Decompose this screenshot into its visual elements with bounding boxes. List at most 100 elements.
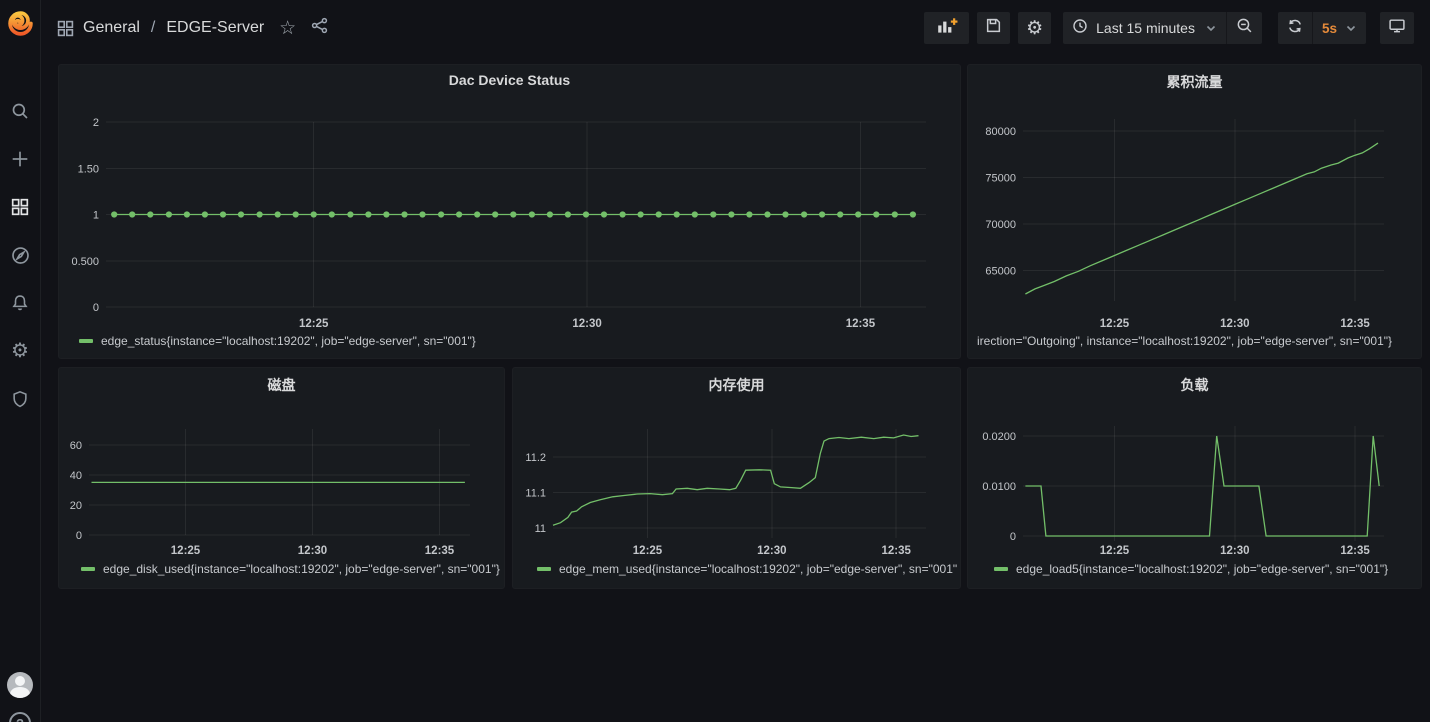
apps-grid-icon — [11, 198, 29, 216]
series-color-swatch — [81, 567, 95, 571]
legend: irection="Outgoing", instance="localhost… — [977, 334, 1418, 348]
add-panel-icon — [936, 17, 958, 40]
legend: edge_disk_used{instance="localhost:19202… — [81, 562, 501, 576]
timeseries-chart[interactable]: 00.01000.020012:2512:3012:35 — [968, 368, 1421, 588]
svg-text:80000: 80000 — [985, 126, 1016, 138]
sidebar-item-search[interactable] — [0, 87, 40, 135]
plus-icon — [11, 150, 29, 168]
monitor-icon — [1388, 17, 1406, 39]
svg-text:12:25: 12:25 — [299, 318, 329, 330]
panel-title[interactable]: Dac Device Status — [59, 72, 960, 88]
share-icon — [311, 17, 328, 39]
refresh-button[interactable] — [1278, 12, 1312, 44]
refresh-interval-picker[interactable]: 5s — [1312, 12, 1366, 44]
sidebar: ⚙ ? — [0, 0, 41, 722]
svg-text:11.1: 11.1 — [525, 488, 546, 500]
share-dashboard-button[interactable] — [311, 17, 328, 39]
svg-text:12:30: 12:30 — [757, 545, 786, 557]
top-navbar: General / EDGE-Server ☆ — [41, 0, 1430, 56]
search-icon — [11, 102, 29, 120]
series-name[interactable]: edge_load5{instance="localhost:19202", j… — [1016, 562, 1388, 576]
clock-icon — [1072, 18, 1088, 39]
compass-icon — [11, 246, 30, 265]
sidebar-item-server-admin[interactable] — [0, 375, 40, 423]
svg-text:60: 60 — [70, 440, 82, 452]
svg-text:1.50: 1.50 — [78, 163, 99, 175]
refresh-interval-label: 5s — [1322, 21, 1337, 36]
sidebar-item-dashboards[interactable] — [0, 183, 40, 231]
legend: edge_mem_used{instance="localhost:19202"… — [537, 562, 957, 576]
help-icon[interactable]: ? — [9, 712, 31, 722]
svg-text:12:25: 12:25 — [1100, 318, 1130, 330]
svg-text:65000: 65000 — [985, 265, 1016, 277]
chevron-down-icon — [1345, 22, 1357, 34]
bell-icon — [11, 294, 29, 312]
dashboard-settings-button[interactable]: ⚙ — [1018, 12, 1051, 44]
svg-text:0: 0 — [1010, 531, 1016, 543]
refresh-icon — [1287, 18, 1303, 39]
svg-text:2: 2 — [93, 117, 99, 129]
sidebar-item-explore[interactable] — [0, 231, 40, 279]
shield-icon — [11, 390, 29, 408]
chevron-down-icon — [1205, 22, 1217, 34]
save-dashboard-button[interactable] — [977, 12, 1010, 44]
avatar-body — [10, 687, 30, 698]
cycle-view-button[interactable] — [1380, 12, 1414, 44]
svg-text:12:35: 12:35 — [846, 318, 876, 330]
add-panel-button[interactable] — [924, 12, 969, 44]
legend: edge_status{instance="localhost:19202", … — [79, 334, 957, 348]
zoom-out-icon — [1236, 17, 1253, 39]
panel-load: 负载 00.01000.020012:2512:3012:35 edge_loa… — [967, 367, 1422, 589]
series-name[interactable]: edge_status{instance="localhost:19202", … — [101, 334, 476, 348]
sidebar-item-alerting[interactable] — [0, 279, 40, 327]
apps-grid-icon — [57, 20, 74, 37]
breadcrumb-dashboard[interactable]: EDGE-Server — [166, 19, 264, 37]
svg-text:12:30: 12:30 — [1220, 318, 1249, 330]
panel-title[interactable]: 累积流量 — [968, 72, 1421, 92]
gear-icon: ⚙ — [11, 341, 29, 361]
series-name[interactable]: irection="Outgoing", instance="localhost… — [977, 334, 1392, 348]
svg-text:12:35: 12:35 — [1340, 545, 1370, 557]
series-color-swatch — [537, 567, 551, 571]
sidebar-item-configuration[interactable]: ⚙ — [0, 327, 40, 375]
sidebar-item-create[interactable] — [0, 135, 40, 183]
breadcrumb-section[interactable]: General — [83, 19, 140, 37]
svg-text:12:35: 12:35 — [1340, 318, 1370, 330]
grafana-logo[interactable] — [0, 0, 40, 46]
panel-title[interactable]: 磁盘 — [59, 375, 504, 395]
dashboard-actions: ⚙ Last 15 minutes — [924, 12, 1414, 44]
svg-text:11.2: 11.2 — [525, 452, 546, 464]
panel-memory-usage: 内存使用 11 11.1 11.2 12:25 12:30 12:35 edge_mem_… — [512, 367, 961, 589]
svg-text:0.0100: 0.0100 — [982, 481, 1016, 493]
timeseries-chart[interactable]: 11 11.1 11.2 12:25 12:30 12:35 — [513, 368, 960, 588]
zoom-out-button[interactable] — [1226, 12, 1262, 44]
svg-text:75000: 75000 — [985, 173, 1016, 185]
svg-text:12:35: 12:35 — [881, 545, 911, 557]
refresh-group: 5s — [1278, 12, 1366, 44]
series-name[interactable]: edge_disk_used{instance="localhost:19202… — [103, 562, 500, 576]
timeseries-chart[interactable]: 020406012:2512:3012:35 — [59, 368, 504, 588]
time-picker-button[interactable]: Last 15 minutes — [1063, 12, 1226, 44]
series-name[interactable]: edge_mem_used{instance="localhost:19202"… — [559, 562, 957, 576]
timeseries-chart[interactable]: 00.50011.50212:2512:3012:35 — [59, 65, 960, 358]
svg-text:12:25: 12:25 — [171, 545, 201, 557]
favorite-dashboard-button[interactable]: ☆ — [279, 19, 296, 38]
svg-text:12:25: 12:25 — [633, 545, 663, 557]
panel-disk: 磁盘 020406012:2512:3012:35 edge_disk_used… — [58, 367, 505, 589]
series-color-swatch — [79, 339, 93, 343]
svg-text:11: 11 — [535, 523, 546, 535]
save-icon — [985, 17, 1002, 39]
timeseries-chart[interactable]: 65000 70000 75000 80000 12:25 12:30 12:35 — [968, 65, 1421, 358]
svg-text:0: 0 — [93, 302, 99, 314]
sidebar-bottom: ? — [0, 672, 40, 722]
svg-text:70000: 70000 — [985, 219, 1016, 231]
user-avatar[interactable] — [7, 672, 33, 698]
panel-dac-device-status: Dac Device Status 00.50011.50212:2512:30… — [58, 64, 961, 359]
svg-text:12:35: 12:35 — [425, 545, 455, 557]
panel-title[interactable]: 负载 — [968, 375, 1421, 395]
svg-text:12:30: 12:30 — [298, 545, 327, 557]
breadcrumb-separator: / — [151, 19, 155, 37]
panel-title[interactable]: 内存使用 — [513, 375, 960, 395]
star-icon: ☆ — [279, 19, 296, 38]
gear-icon: ⚙ — [1026, 19, 1043, 38]
